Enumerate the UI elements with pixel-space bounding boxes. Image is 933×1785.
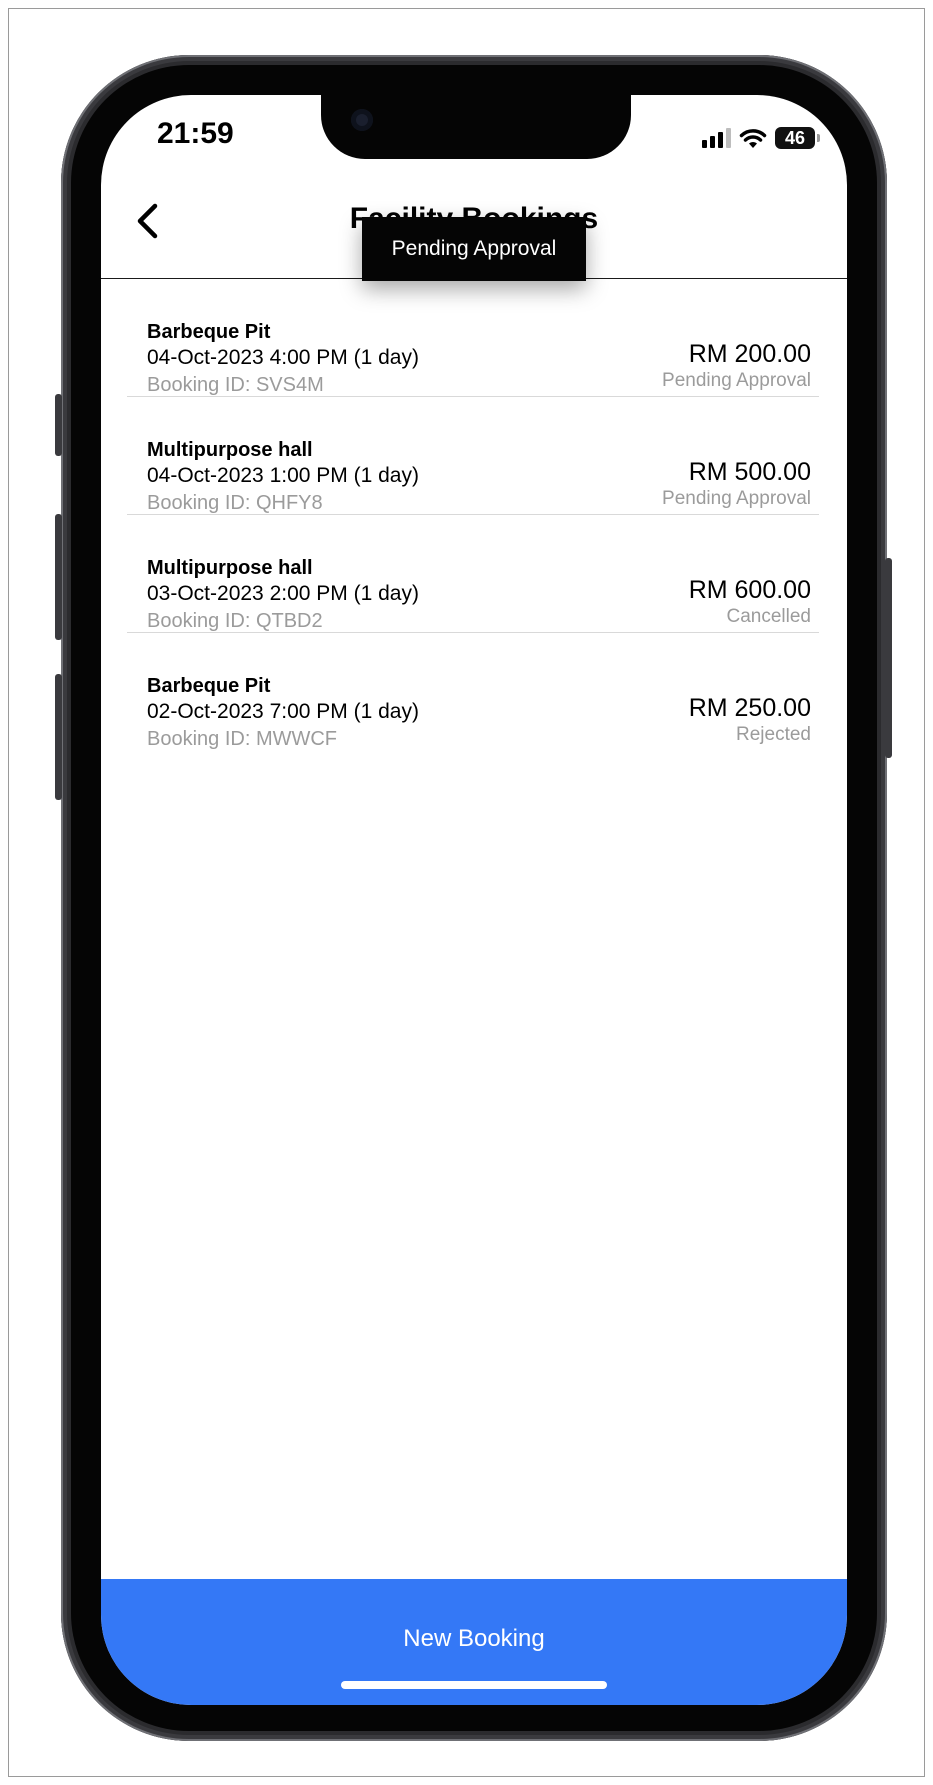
booking-summary: RM 250.00 Rejected	[689, 693, 811, 747]
new-booking-button[interactable]: New Booking	[101, 1579, 847, 1705]
volume-down-button	[55, 674, 62, 800]
booking-details: Multipurpose hall 04-Oct-2023 1:00 PM (1…	[147, 439, 419, 516]
battery-icon: 46	[775, 127, 820, 149]
facility-name: Multipurpose hall	[147, 439, 313, 461]
booking-status: Cancelled	[726, 606, 812, 627]
booking-datetime: 04-Oct-2023 4:00 PM (1 day)	[147, 346, 419, 369]
booking-summary: RM 600.00 Cancelled	[689, 575, 811, 629]
booking-id: Booking ID: QTBD2	[147, 610, 323, 632]
booking-id: Booking ID: MWWCF	[147, 728, 338, 750]
booking-row[interactable]: Multipurpose hall 04-Oct-2023 1:00 PM (1…	[127, 397, 819, 515]
phone-screen: 21:59 46 Facility Bookings Pending Appro…	[101, 95, 847, 1705]
booking-status: Rejected	[736, 724, 811, 745]
volume-up-button	[55, 514, 62, 640]
booking-amount: RM 600.00	[688, 576, 811, 604]
facility-name: Barbeque Pit	[147, 321, 271, 343]
cellular-signal-icon	[702, 128, 731, 148]
status-tooltip: Pending Approval	[362, 217, 586, 281]
booking-row[interactable]: Barbeque Pit 04-Oct-2023 4:00 PM (1 day)…	[127, 279, 819, 397]
booking-amount: RM 500.00	[688, 458, 811, 486]
booking-details: Barbeque Pit 04-Oct-2023 4:00 PM (1 day)…	[147, 321, 419, 398]
booking-id: Booking ID: SVS4M	[147, 374, 324, 396]
booking-summary: RM 500.00 Pending Approval	[662, 457, 811, 511]
booking-amount: RM 200.00	[688, 340, 811, 368]
front-camera	[351, 109, 373, 131]
power-button	[885, 558, 892, 758]
action-button	[55, 394, 62, 456]
booking-details: Multipurpose hall 03-Oct-2023 2:00 PM (1…	[147, 557, 419, 634]
wifi-icon	[739, 129, 767, 148]
facility-name: Multipurpose hall	[147, 557, 313, 579]
booking-details: Barbeque Pit 02-Oct-2023 7:00 PM (1 day)…	[147, 675, 419, 752]
facility-name: Barbeque Pit	[147, 675, 271, 697]
notch	[321, 95, 631, 159]
booking-datetime: 02-Oct-2023 7:00 PM (1 day)	[147, 700, 419, 723]
booking-id: Booking ID: QHFY8	[147, 492, 323, 514]
booking-amount: RM 250.00	[688, 694, 811, 722]
booking-status: Pending Approval	[662, 488, 811, 509]
booking-row[interactable]: Barbeque Pit 02-Oct-2023 7:00 PM (1 day)…	[127, 633, 819, 751]
booking-datetime: 03-Oct-2023 2:00 PM (1 day)	[147, 582, 419, 605]
booking-list: Barbeque Pit 04-Oct-2023 4:00 PM (1 day)…	[127, 279, 819, 751]
booking-summary: RM 200.00 Pending Approval	[662, 339, 811, 393]
status-icons: 46	[702, 125, 820, 151]
status-time: 21:59	[157, 117, 234, 150]
new-booking-label: New Booking	[403, 1625, 545, 1652]
home-indicator[interactable]	[341, 1681, 607, 1689]
booking-row[interactable]: Multipurpose hall 03-Oct-2023 2:00 PM (1…	[127, 515, 819, 633]
booking-status: Pending Approval	[662, 370, 811, 391]
booking-datetime: 04-Oct-2023 1:00 PM (1 day)	[147, 464, 419, 487]
